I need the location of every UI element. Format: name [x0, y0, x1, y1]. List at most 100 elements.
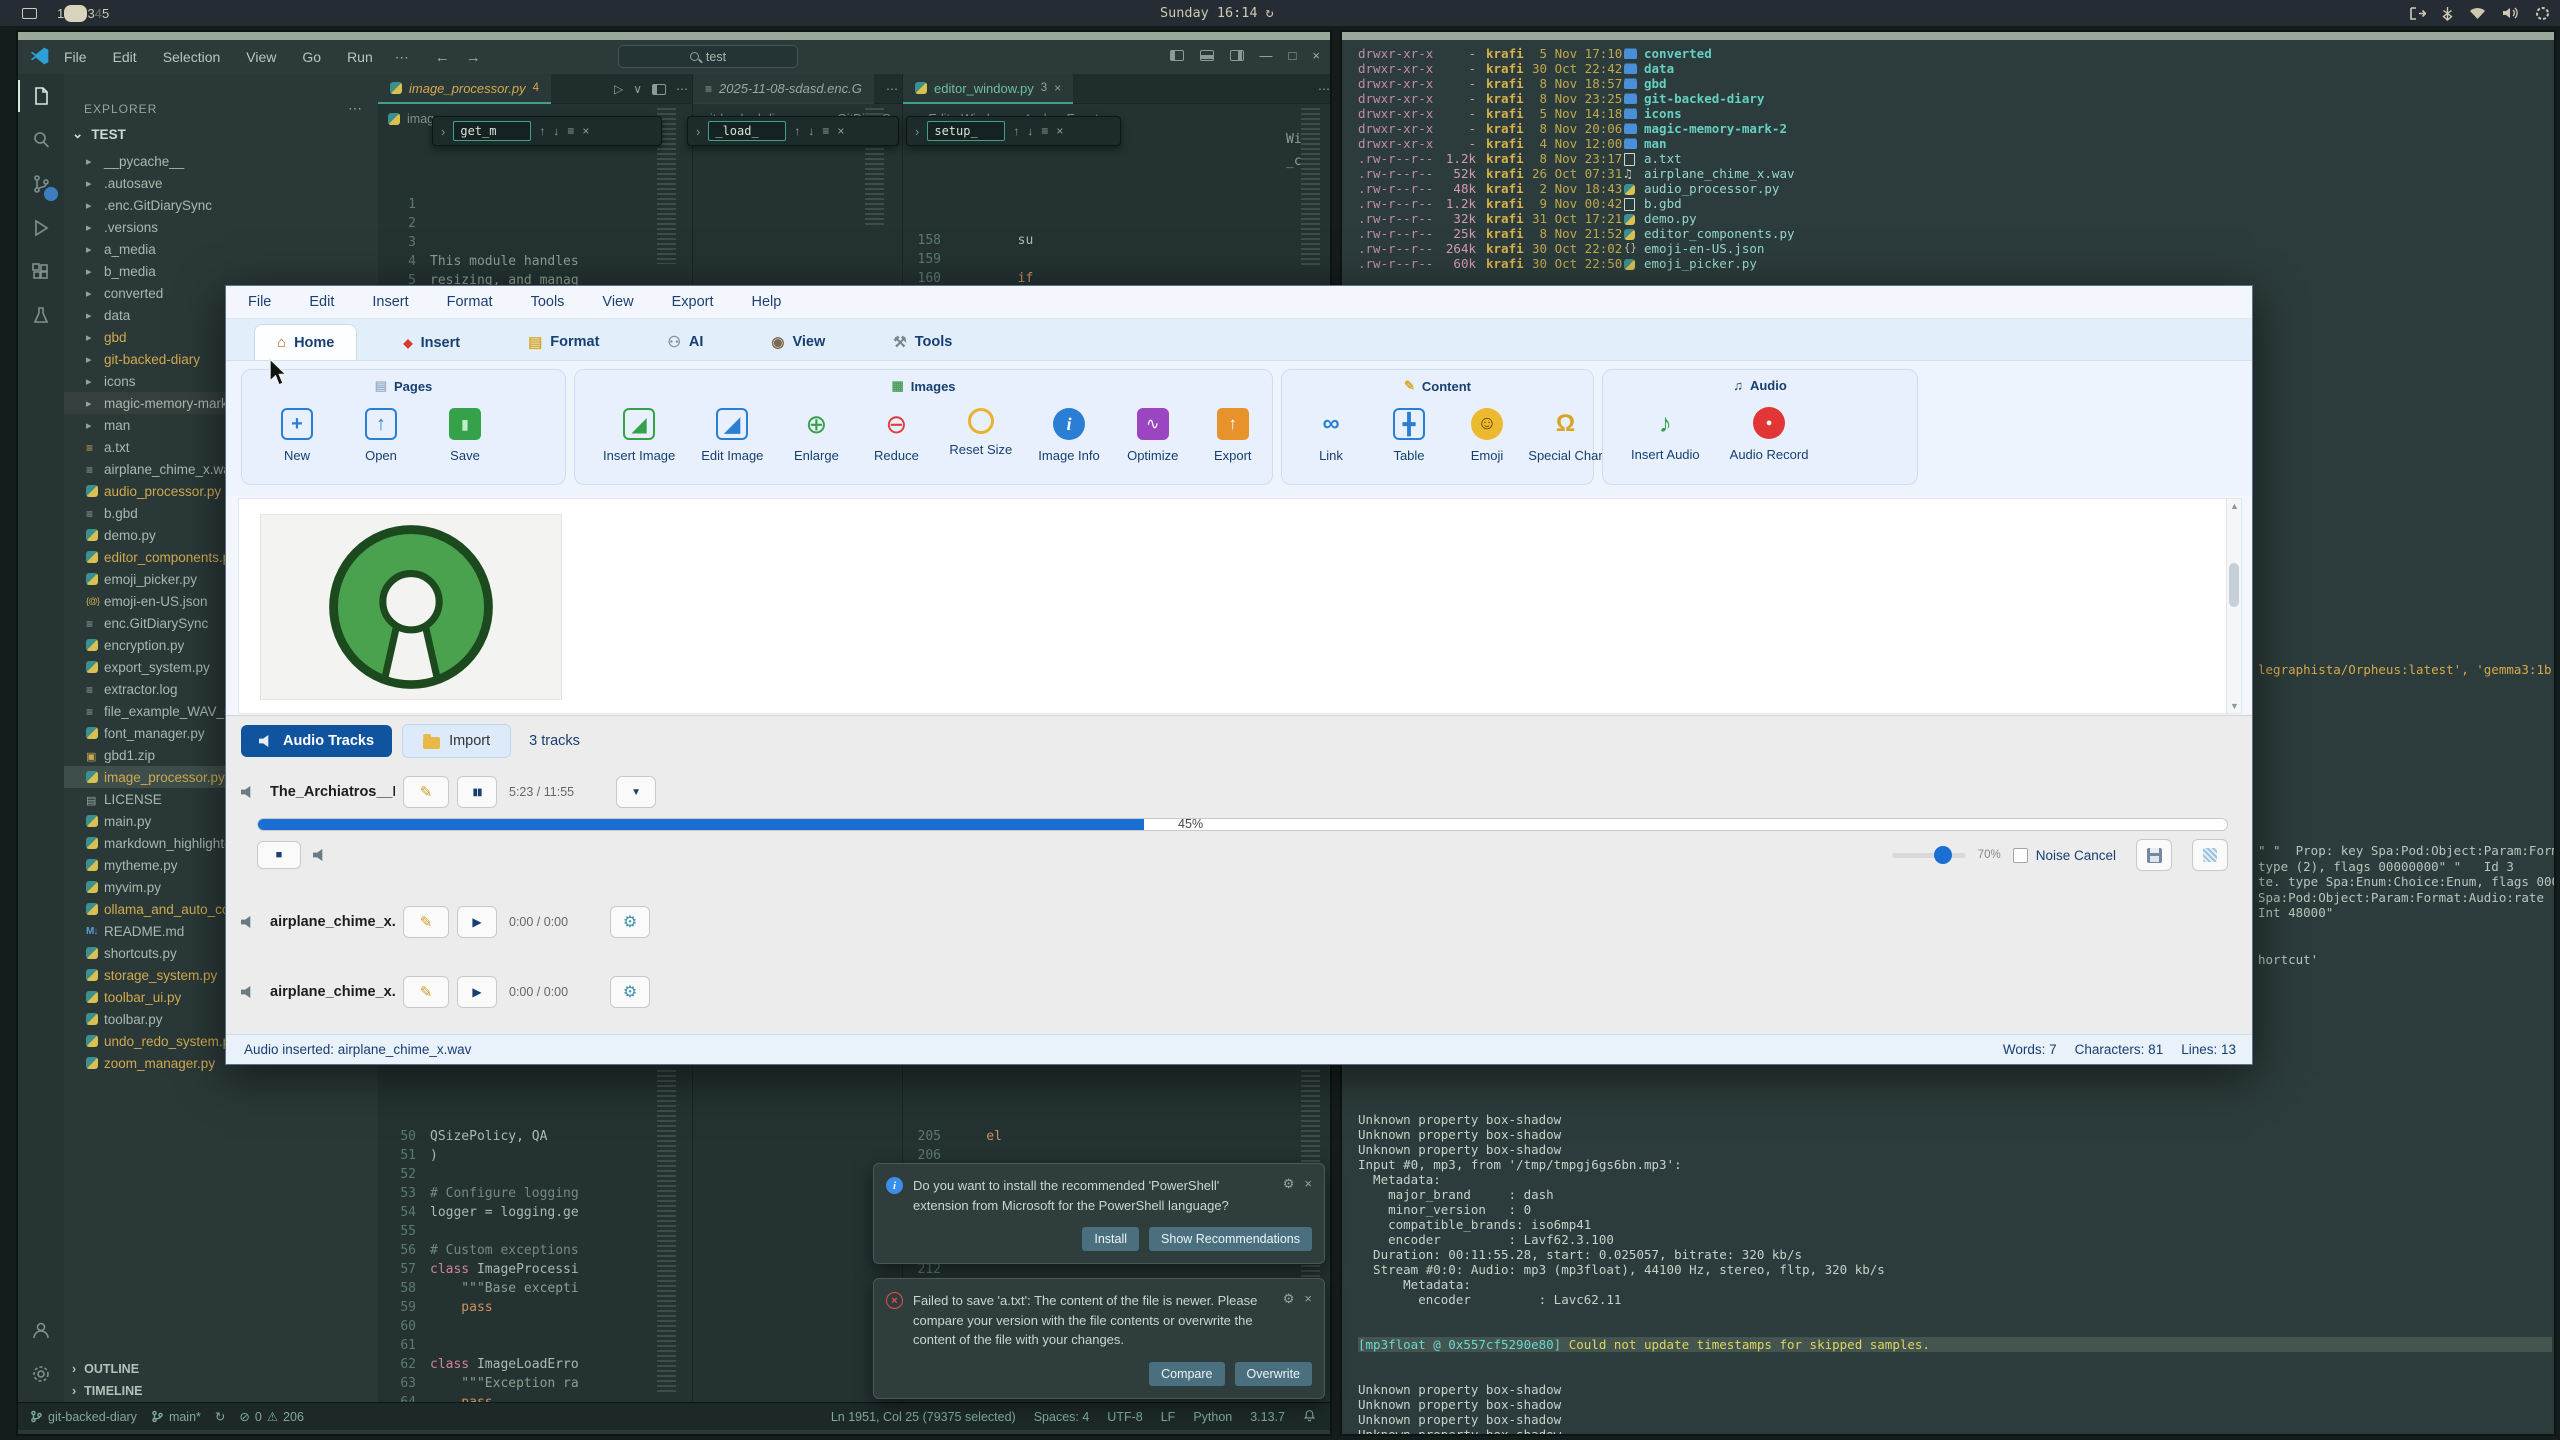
tab-close-icon[interactable]: ×: [1054, 81, 1061, 95]
command-center-search[interactable]: test: [618, 45, 798, 68]
find-next-icon[interactable]: ↓: [808, 124, 814, 138]
menu-item[interactable]: Help: [752, 294, 782, 310]
rename-track-button[interactable]: ✎: [403, 776, 449, 808]
ribbon-button[interactable]: ΩSpecial Char: [1538, 408, 1593, 463]
noise-cancel-checkbox[interactable]: [2013, 848, 2028, 863]
settings-icon[interactable]: [2535, 6, 2550, 21]
menu-item[interactable]: Tools: [531, 294, 565, 310]
toggle-secondary-sidebar-icon[interactable]: [1230, 50, 1244, 61]
find-prev-icon[interactable]: ↑: [794, 124, 800, 138]
ribbon-button[interactable]: iImage Info: [1038, 408, 1099, 463]
ribbon-button[interactable]: ∿Optimize: [1126, 408, 1180, 463]
window-maximize-button[interactable]: □: [1289, 48, 1297, 63]
ribbon-tab[interactable]: Insert: [381, 326, 482, 360]
ribbon-button[interactable]: ◢Edit Image: [701, 408, 763, 463]
mute-icon[interactable]: [313, 849, 328, 862]
ribbon-button[interactable]: ☺Emoji: [1460, 408, 1514, 463]
find-next-icon[interactable]: ↓: [553, 124, 559, 138]
find-widget[interactable]: › get_m ↑ ↓ ≡ ×: [432, 116, 662, 146]
code-view-bottom[interactable]: 50QSizePolicy, QA51)5253# Configure logg…: [378, 1070, 672, 1402]
timeline-section[interactable]: › TIMELINE: [72, 1384, 143, 1398]
editor-actions-icon[interactable]: ⋯: [886, 82, 898, 96]
find-input[interactable]: get_m: [453, 121, 531, 141]
scrollbar[interactable]: ▲ ▼: [2226, 499, 2241, 713]
workspace-button[interactable]: 3: [87, 6, 94, 21]
notification-close-icon[interactable]: ×: [1304, 1291, 1312, 1350]
ribbon-tab[interactable]: Tools: [871, 324, 974, 360]
install-button[interactable]: Install: [1082, 1227, 1139, 1251]
tab-editor-window[interactable]: editor_window.py3 ×: [903, 74, 1073, 104]
track-settings-button[interactable]: ⚙: [610, 976, 650, 1008]
ribbon-button[interactable]: ↑Export: [1206, 408, 1260, 463]
logout-icon[interactable]: [2409, 6, 2426, 21]
ribbon-button[interactable]: ◢Insert Image: [603, 408, 675, 463]
find-next-icon[interactable]: ↓: [1027, 124, 1033, 138]
split-editor-icon[interactable]: [652, 84, 666, 95]
menu-item[interactable]: View: [246, 49, 276, 65]
find-close-icon[interactable]: ×: [1056, 124, 1063, 138]
workspace-button[interactable]: 2: [64, 5, 87, 22]
volume-slider[interactable]: [1892, 853, 1966, 858]
branch-indicator[interactable]: git-backed-diary: [30, 1410, 137, 1424]
problems-indicator[interactable]: ⊘ 0 ⚠ 206: [239, 1409, 304, 1424]
volume-knob[interactable]: [1934, 846, 1952, 864]
explorer-icon[interactable]: [18, 74, 64, 118]
source-control-icon[interactable]: [18, 162, 64, 206]
eol-indicator[interactable]: LF: [1161, 1410, 1176, 1424]
editor-actions-icon[interactable]: ⋯: [676, 82, 688, 96]
file-tree-item[interactable]: ▸ .autosave: [64, 172, 378, 194]
ribbon-button[interactable]: +New: [270, 408, 324, 463]
ribbon-tab[interactable]: AI: [645, 324, 725, 360]
ribbon-button[interactable]: ╋Table: [1382, 408, 1436, 463]
find-close-icon[interactable]: ×: [582, 124, 589, 138]
editor-actions-icon[interactable]: ⋯: [1318, 82, 1330, 96]
find-prev-icon[interactable]: ↑: [1013, 124, 1019, 138]
ribbon-button[interactable]: ♪Insert Audio: [1631, 407, 1700, 462]
overwrite-button[interactable]: Overwrite: [1235, 1362, 1312, 1386]
ribbon-button[interactable]: Reset Size: [949, 408, 1012, 463]
menu-item[interactable]: Go: [302, 49, 321, 65]
head-indicator[interactable]: main*: [151, 1410, 201, 1424]
scrollbar-thumb[interactable]: [2229, 563, 2239, 607]
notification-close-icon[interactable]: ×: [1304, 1176, 1312, 1215]
find-input[interactable]: _load_: [708, 121, 786, 141]
volume-icon[interactable]: [2502, 6, 2519, 20]
menu-item[interactable]: Selection: [163, 49, 221, 65]
find-widget[interactable]: › setup_ ↑ ↓ ≡ ×: [906, 116, 1121, 146]
run-dropdown-icon[interactable]: ∨: [633, 82, 642, 96]
minimap[interactable]: [657, 1070, 676, 1392]
testing-icon[interactable]: [18, 294, 64, 338]
find-prev-icon[interactable]: ↑: [539, 124, 545, 138]
toggle-sidebar-icon[interactable]: [1170, 50, 1184, 61]
file-tree-item[interactable]: ▸ .versions: [64, 216, 378, 238]
bluetooth-icon[interactable]: [2442, 6, 2453, 21]
find-input[interactable]: setup_: [927, 121, 1005, 141]
window-titlebar-band[interactable]: [18, 32, 1330, 40]
ribbon-tab[interactable]: Format: [506, 324, 621, 360]
menu-item[interactable]: View: [602, 294, 633, 310]
menu-item[interactable]: Run: [347, 49, 373, 65]
account-icon[interactable]: [18, 1308, 64, 1352]
play-button[interactable]: ▶: [457, 906, 497, 938]
save-track-button[interactable]: [2136, 839, 2172, 871]
file-tree-item[interactable]: ▸ __pycache__: [64, 150, 378, 172]
nav-back-icon[interactable]: ←: [435, 49, 450, 66]
menu-item[interactable]: Edit: [113, 49, 137, 65]
delete-track-button[interactable]: [2192, 839, 2228, 871]
notification-settings-icon[interactable]: ⚙: [1283, 1176, 1295, 1215]
play-button[interactable]: ▶: [457, 976, 497, 1008]
track-menu-button[interactable]: ▼: [616, 776, 656, 808]
inserted-image[interactable]: [260, 514, 562, 700]
extensions-icon[interactable]: [18, 250, 64, 294]
window-titlebar-band[interactable]: [1342, 32, 2554, 40]
tab-diary-entry[interactable]: 2025-11-08-sdasd.enc.G: [693, 74, 874, 104]
ribbon-button[interactable]: ↑Open: [354, 408, 408, 463]
ribbon-button[interactable]: ∞Link: [1304, 408, 1358, 463]
rename-track-button[interactable]: ✎: [403, 906, 449, 938]
settings-gear-icon[interactable]: [18, 1352, 64, 1396]
audio-tracks-tab[interactable]: Audio Tracks: [241, 725, 392, 757]
menu-item[interactable]: File: [248, 294, 271, 310]
menu-item[interactable]: Insert: [372, 294, 408, 310]
rename-track-button[interactable]: ✎: [403, 976, 449, 1008]
file-tree-item[interactable]: ▸ a_media: [64, 238, 378, 260]
